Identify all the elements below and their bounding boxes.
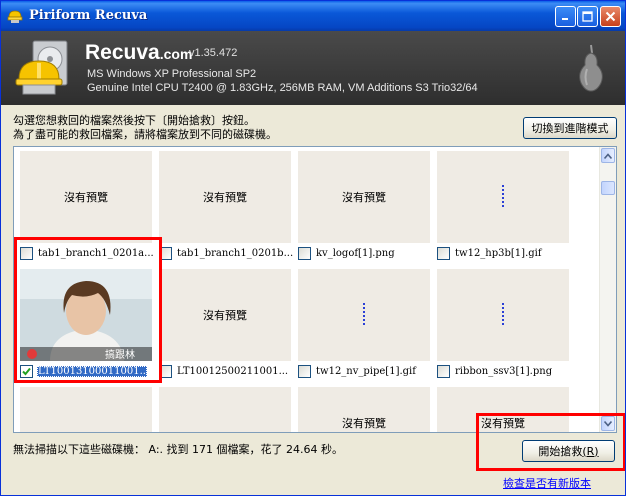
file-name: tw12_hp3b[1].gif [455,247,542,259]
scroll-up-button[interactable] [601,148,615,163]
piriform-pear-icon [579,44,603,92]
checkbox-icon[interactable] [437,364,450,378]
hardware-info: Genuine Intel CPU T2400 @ 1.83GHz, 256MB… [87,82,478,94]
no-preview-label: 沒有預覽 [203,309,247,322]
file-item[interactable]: tw12_nv_pipe[1].gif [298,362,438,380]
maximize-button[interactable] [577,6,598,27]
thumbnail[interactable] [437,151,569,243]
file-name: tab1_branch1_0201b... [177,247,294,259]
scan-status: 無法掃描以下這些磁碟機： A:. 找到 171 個檔案，花了 24.64 秒。 [13,443,343,456]
os-info: MS Windows XP Professional SP2 [87,68,257,80]
file-item[interactable]: ribbon_ssv3[1].png [437,362,577,380]
app-name-text: Recuva [85,41,160,64]
recuva-logo-icon [15,40,68,95]
app-version: v1.35.472 [189,47,238,59]
no-preview-label: 沒有預覽 [203,191,247,204]
scroll-thumb[interactable] [601,181,615,195]
thumbnail[interactable]: 沒有預覽 [298,387,430,432]
vertical-scrollbar[interactable] [599,147,616,432]
thin-image-preview [502,185,504,207]
checkbox-icon[interactable] [437,246,450,260]
thumbnail[interactable] [437,269,569,361]
close-button[interactable] [600,6,621,27]
thumbnail[interactable]: 沒有預覽 [298,151,430,243]
close-icon [605,11,616,22]
thumbnail[interactable] [298,269,430,361]
check-updates-link[interactable]: 檢查是否有新版本 [503,475,591,491]
recuva-window: Piriform Recuva Recuva.com v1.35.472 MS … [0,0,626,496]
app-header: Recuva.com v1.35.472 MS Windows XP Profe… [1,31,625,105]
file-item[interactable]: tab1_branch1_0201b... [159,244,299,262]
recuva-app-icon [7,10,23,23]
file-item[interactable]: LT10012500211001... [159,362,299,380]
minimize-button[interactable] [555,6,576,27]
thumbnail[interactable]: 沒有預覽 [20,151,152,243]
scroll-up-icon [604,152,612,159]
advanced-mode-button[interactable]: 切換到進階模式 [523,117,617,139]
highlight-box-selected-file [14,237,162,383]
no-preview-label: 沒有預覽 [342,417,386,430]
thumbnail[interactable]: 沒有預覽 [159,269,291,361]
file-item[interactable]: kv_logof[1].png [298,244,438,262]
thumbnail[interactable]: 沒有預覽 [159,151,291,243]
app-domain: .com [159,46,193,62]
file-item[interactable]: tw12_hp3b[1].gif [437,244,577,262]
file-name: LT10012500211001... [177,365,289,377]
checkbox-icon[interactable] [298,246,311,260]
thumbnail[interactable] [20,387,152,432]
maximize-icon [582,11,593,22]
no-preview-label: 沒有預覽 [64,191,108,204]
app-name: Recuva.com [85,41,192,65]
thin-image-preview [502,303,504,325]
minimize-icon [562,18,568,20]
no-preview-label: 沒有預覽 [342,191,386,204]
highlight-box-recover-button [476,413,625,471]
thin-image-preview [363,303,365,325]
file-name: tw12_nv_pipe[1].gif [316,365,416,377]
checkbox-icon[interactable] [298,364,311,378]
file-name: ribbon_ssv3[1].png [455,365,553,377]
window-title: Piriform Recuva [29,8,148,23]
thumbnail[interactable] [159,387,291,432]
title-bar[interactable]: Piriform Recuva [1,1,625,31]
instruction-line-2: 為了盡可能的救回檔案，請將檔案放到不同的磁碟機。 [13,128,277,141]
file-name: kv_logof[1].png [316,247,395,259]
